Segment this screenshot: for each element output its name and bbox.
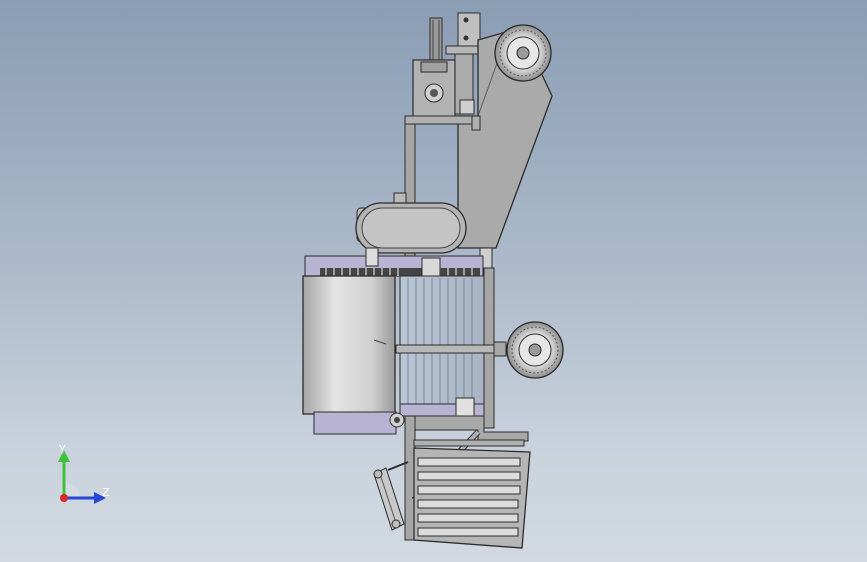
gearbox-block <box>412 59 456 119</box>
x-axis-dot <box>60 494 68 502</box>
motor-shaft <box>429 17 443 63</box>
belt-guard <box>355 202 467 254</box>
actuator-cylinder <box>373 461 409 531</box>
drum-cylinder <box>302 275 397 435</box>
upper-wheel <box>494 24 552 82</box>
louvered-tray <box>413 447 531 549</box>
middle-wheel <box>506 321 564 379</box>
assembly-model[interactable] <box>0 0 867 562</box>
y-axis-label: Y <box>59 443 66 456</box>
cad-viewport[interactable]: Y Z <box>0 0 867 562</box>
z-axis-label: Z <box>102 486 110 499</box>
